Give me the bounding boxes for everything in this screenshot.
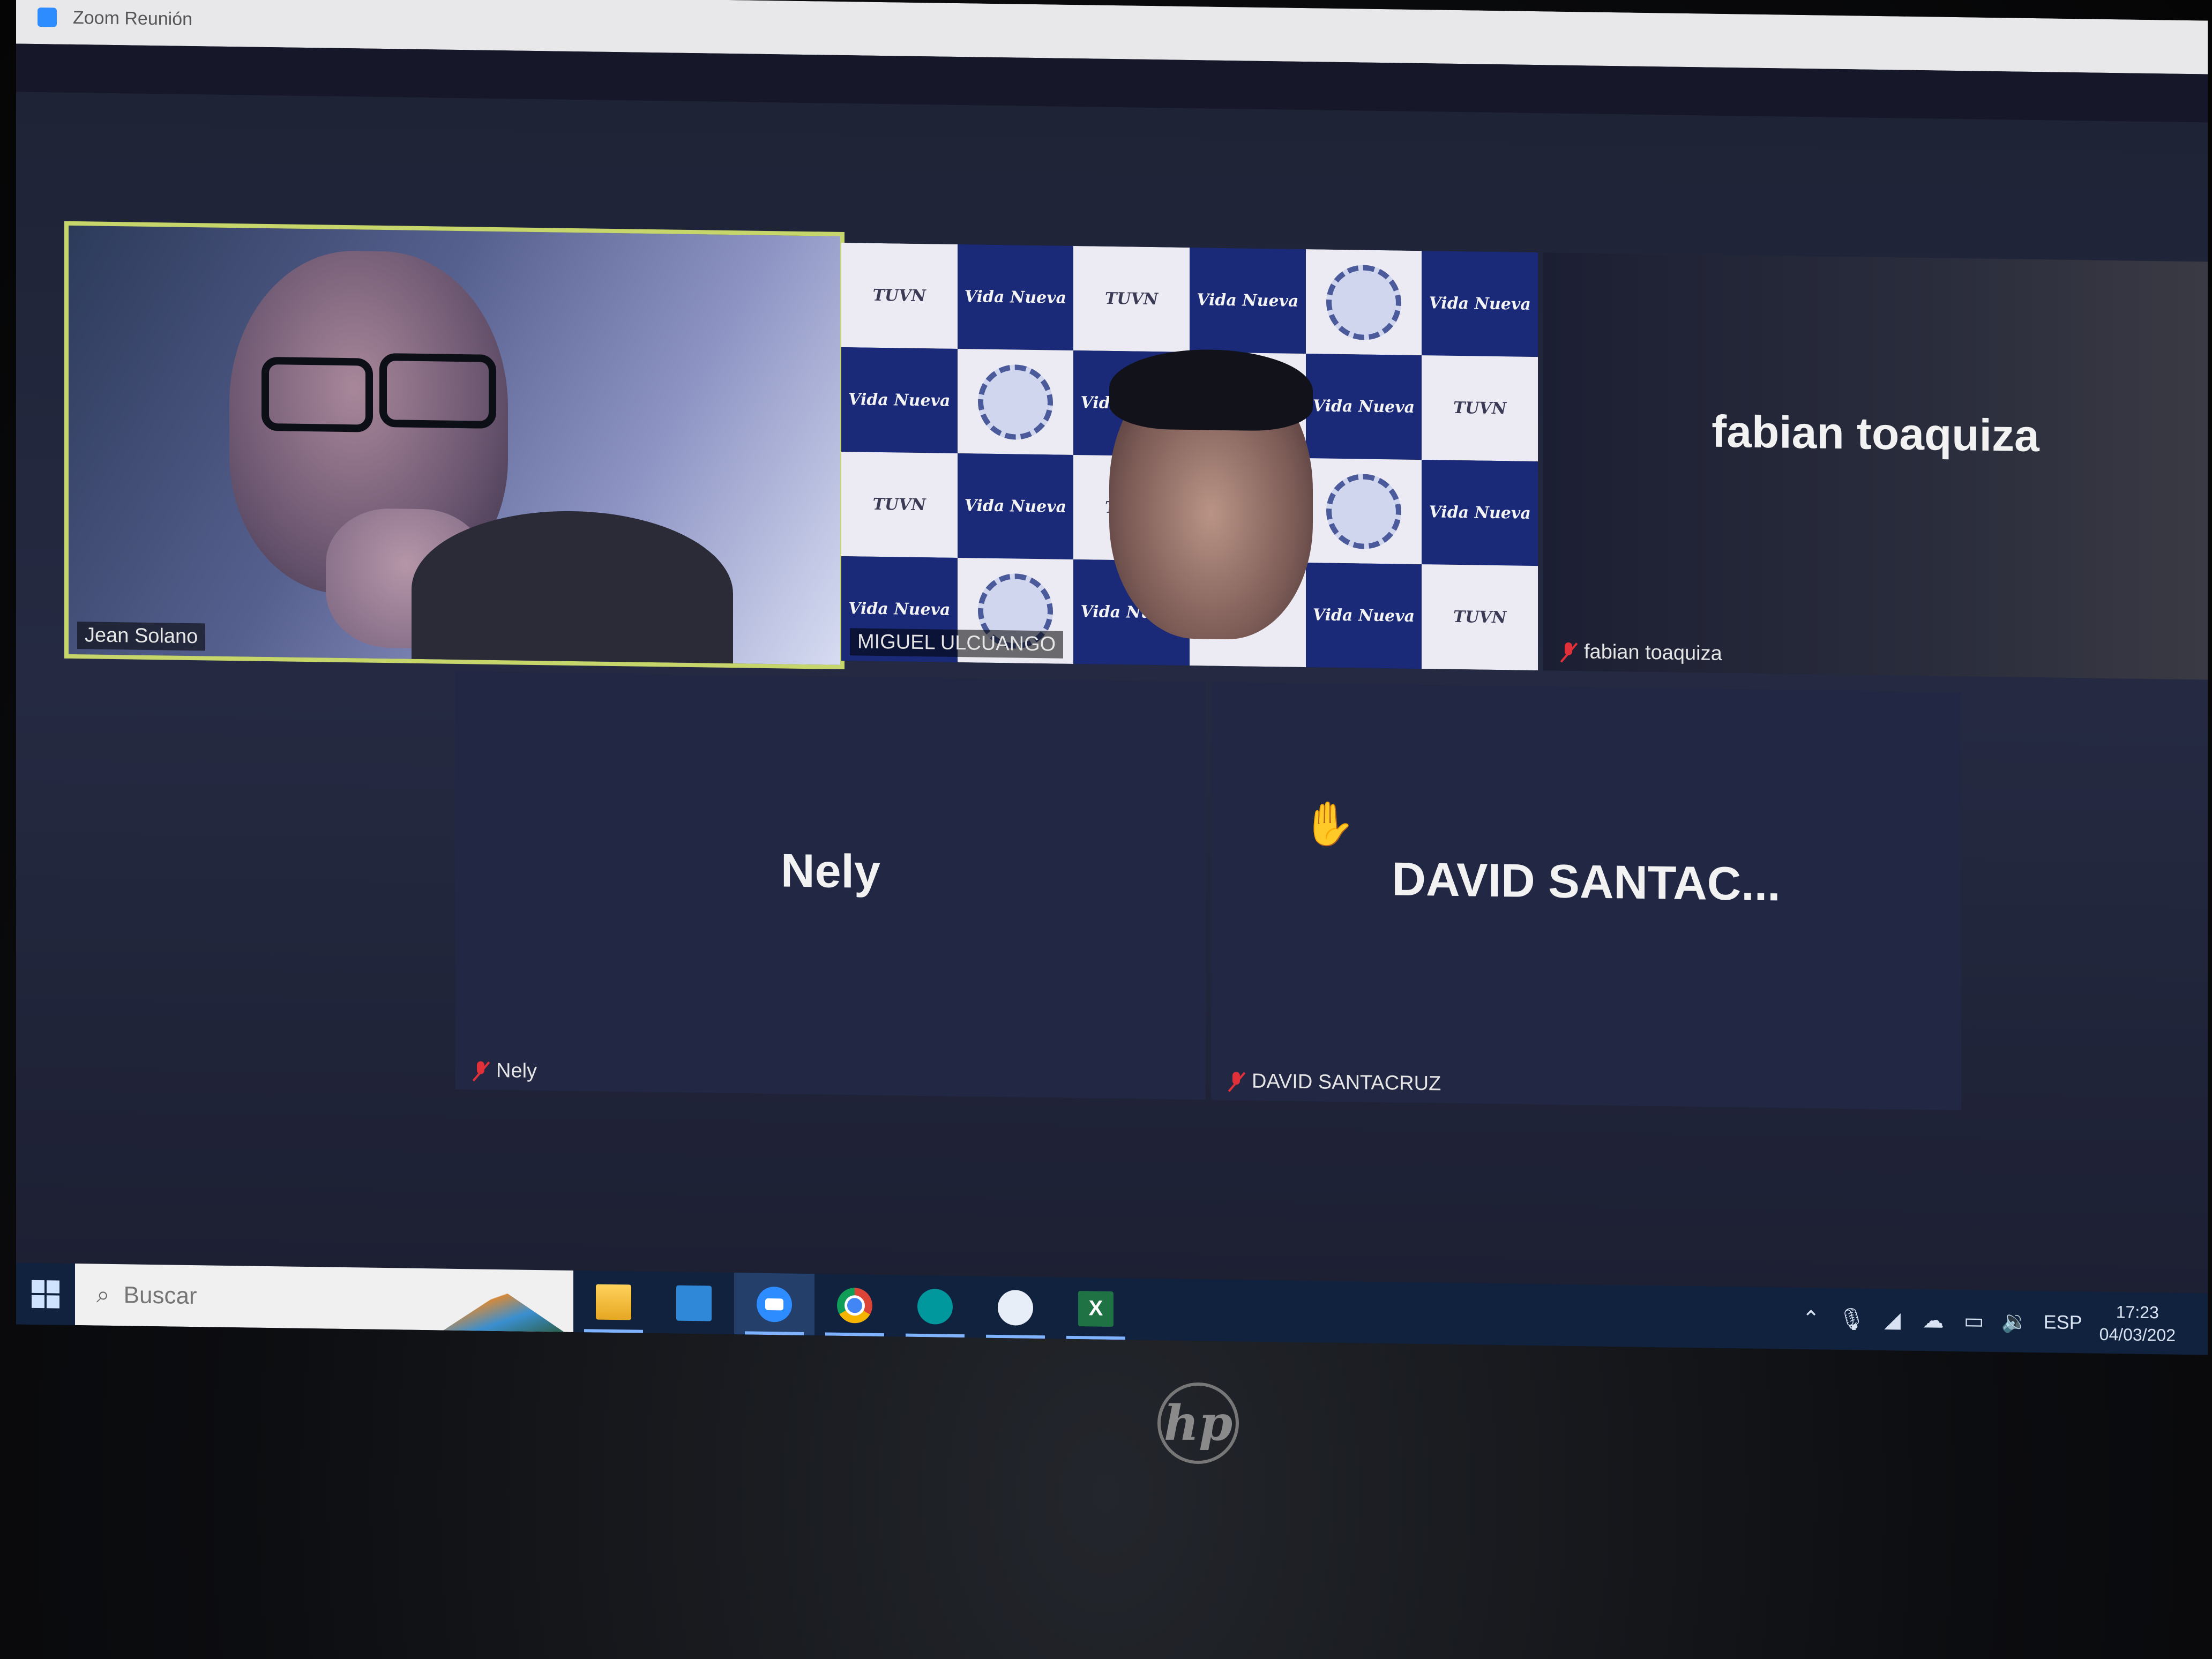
participant-name-tag: fabian toaquiza [1552, 638, 1730, 668]
windows-start-icon [32, 1280, 59, 1309]
participant-tile-jean[interactable]: Jean Solano [64, 221, 845, 670]
clock-time: 17:23 [2116, 1302, 2159, 1322]
arduino-icon [917, 1288, 953, 1325]
excel-icon: X [1078, 1290, 1114, 1327]
backdrop-text: Vida Nueva [1422, 460, 1538, 566]
seal-icon [977, 364, 1053, 440]
backdrop-logo: TUVN [1422, 355, 1538, 462]
clock[interactable]: 17:23 04/03/202 [2099, 1300, 2176, 1346]
zoom-app-icon [38, 8, 57, 27]
participant-name-tag: Nely [464, 1057, 544, 1085]
clock-date: 04/03/202 [2099, 1324, 2176, 1345]
taskbar-this-pc[interactable] [654, 1272, 734, 1334]
search-highlight-art [439, 1290, 568, 1332]
participant-tile-miguel[interactable]: TUVN Vida Nueva TUVN Vida Nueva Vida Nue… [841, 242, 1538, 671]
taskbar-excel[interactable]: X [1056, 1277, 1136, 1340]
search-input[interactable] [122, 1281, 403, 1313]
taskbar-chrome[interactable] [814, 1274, 895, 1337]
window-title: Zoom Reunión [73, 7, 193, 29]
participant-tile-david[interactable]: DAVID SANTAC... DAVID SANTACRUZ [1211, 682, 1961, 1111]
backdrop-text: Vida Nueva [957, 453, 1074, 559]
participant-name-tag: DAVID SANTACRUZ [1220, 1067, 1448, 1098]
backdrop-text: Vida Nueva [957, 244, 1074, 350]
system-tray: ⌃ 🎙 ◢ ☁ ▭ 🔉 ESP 17:23 04/03/202 [1799, 1296, 2208, 1347]
gallery-view: Jean Solano TUVN Vida Nueva TUVN Vida Nu… [16, 92, 2208, 1296]
this-pc-icon [676, 1285, 712, 1321]
raise-hand-cursor-icon: ✋ [1302, 799, 1356, 848]
start-button[interactable] [16, 1262, 75, 1325]
taskbar-zoom[interactable] [734, 1273, 814, 1336]
folder-icon [596, 1284, 631, 1320]
volume-icon[interactable]: 🔉 [2001, 1310, 2028, 1334]
muted-mic-icon [1227, 1071, 1245, 1092]
screen: Zoom Reunión Jean Solano TUVN Vida Nueva… [16, 0, 2208, 1355]
backdrop-text: Vida Nueva [841, 347, 958, 453]
app-icon [998, 1289, 1033, 1326]
backdrop-seal [1305, 458, 1422, 565]
backdrop-text: Vida Nueva [1190, 248, 1306, 354]
backdrop-logo: TUVN [841, 451, 958, 558]
battery-icon[interactable]: ▭ [1962, 1309, 1986, 1333]
glasses [379, 353, 496, 429]
taskbar-app[interactable] [975, 1276, 1056, 1339]
backdrop-logo: TUVN [1073, 245, 1190, 353]
backdrop-seal [957, 348, 1074, 455]
microphone-icon[interactable]: 🎙 [1838, 1307, 1865, 1332]
chevron-up-icon[interactable]: ⌃ [1799, 1306, 1823, 1331]
network-icon[interactable]: ◢ [1881, 1308, 1904, 1332]
taskbar-search[interactable]: ⌕ [75, 1263, 573, 1332]
participant-name: DAVID SANTACRUZ [1252, 1070, 1441, 1095]
backdrop-text: Vida Nueva [1305, 354, 1422, 460]
participant-name: fabian toaquiza [1584, 640, 1722, 665]
seal-icon [1326, 264, 1401, 341]
participant-tile-fabian[interactable]: fabian toaquiza fabian toaquiza [1543, 252, 2208, 680]
cloud-icon[interactable]: ☁ [1922, 1309, 1945, 1333]
taskbar-arduino[interactable] [895, 1275, 975, 1338]
participant-name: Jean Solano [85, 624, 198, 648]
muted-mic-icon [472, 1060, 490, 1081]
backdrop-logo: TUVN [1422, 564, 1538, 671]
search-icon: ⌕ [96, 1281, 110, 1308]
hp-logo: hp [1157, 1382, 1239, 1464]
backdrop-text: Vida Nueva [1305, 563, 1422, 669]
participant-name: Nely [496, 1059, 537, 1083]
participant-display-name: DAVID SANTAC... [1392, 852, 1781, 911]
participant-display-name: fabian toaquiza [1712, 406, 2039, 461]
taskbar-file-explorer[interactable] [573, 1271, 654, 1333]
seal-icon [1326, 473, 1401, 550]
participant-tile-nely[interactable]: Nely Nely [455, 671, 1206, 1100]
participant-name-tag: Jean Solano [77, 622, 206, 651]
participant-name: MIGUEL ULCUANGO [857, 630, 1056, 656]
zoom-icon [757, 1286, 792, 1322]
backdrop-seal [1305, 249, 1422, 356]
glasses [261, 356, 373, 432]
participant-name-tag: MIGUEL ULCUANGO [850, 628, 1064, 659]
backdrop-text: Vida Nueva [1422, 251, 1538, 357]
language-indicator[interactable]: ESP [2044, 1311, 2082, 1334]
muted-mic-icon [1559, 641, 1578, 662]
shirt [412, 509, 733, 670]
backdrop-logo: TUVN [841, 242, 958, 349]
chrome-icon [837, 1287, 872, 1324]
participant-display-name: Nely [781, 843, 880, 898]
